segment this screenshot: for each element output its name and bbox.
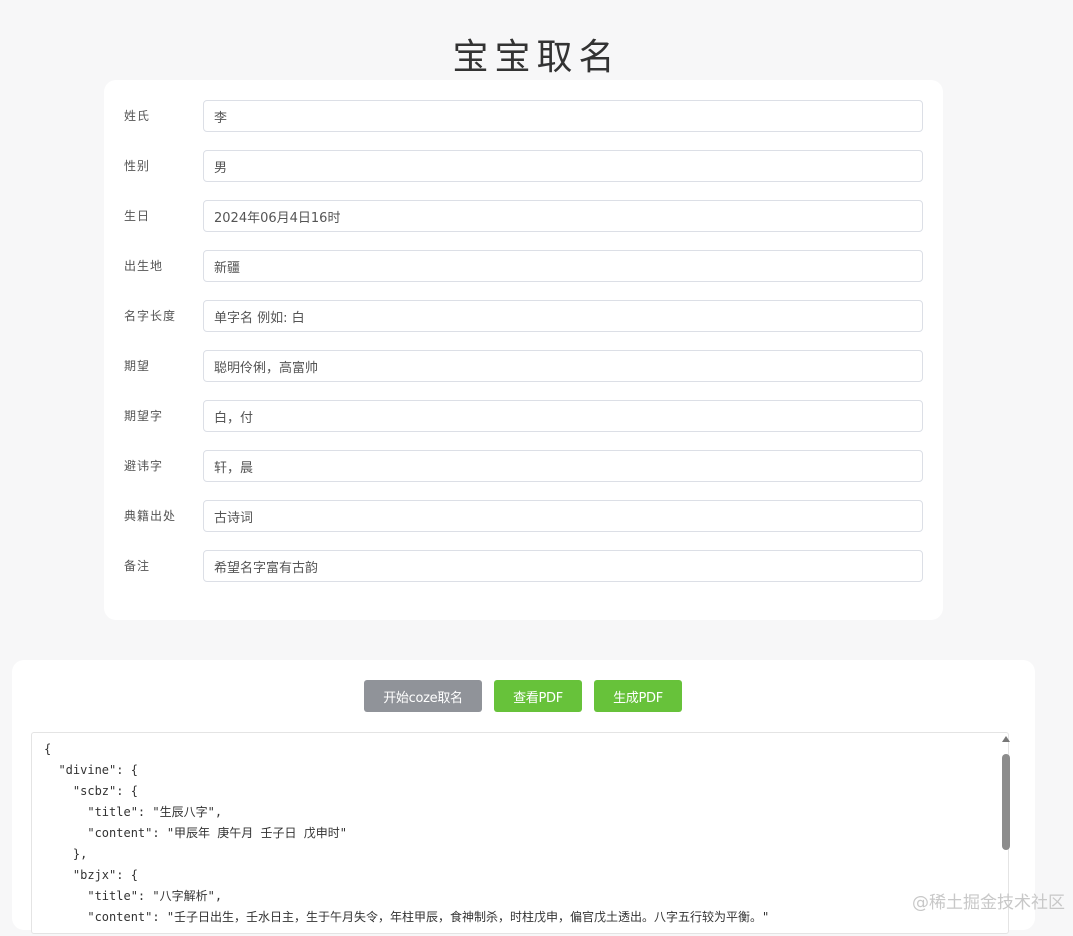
- classic-source-input[interactable]: [203, 500, 923, 532]
- start-coze-naming-button[interactable]: 开始coze取名: [364, 680, 482, 712]
- json-output-text: { "divine": { "scbz": { "title": "生辰八字",…: [44, 742, 770, 924]
- surname-input[interactable]: [203, 100, 923, 132]
- classic-source-label: 典籍出处: [124, 509, 177, 523]
- form-row-notes: 备注: [104, 550, 943, 582]
- view-pdf-button[interactable]: 查看PDF: [494, 680, 582, 712]
- avoid-chars-label: 避讳字: [124, 459, 164, 473]
- birthplace-input[interactable]: [203, 250, 923, 282]
- watermark: @稀土掘金技术社区: [912, 893, 1065, 913]
- expectation-input[interactable]: [203, 350, 923, 382]
- result-panel: 开始coze取名 查看PDF 生成PDF { "divine": { "scbz…: [12, 660, 1035, 934]
- naming-form: 姓氏 性别 生日 出生地 名字长度 期望 期望字 避讳字 典籍出处 备注: [104, 80, 943, 620]
- form-row-expectation: 期望: [104, 350, 943, 382]
- notes-label: 备注: [124, 559, 151, 573]
- form-row-gender: 性别: [104, 150, 943, 182]
- birthday-label: 生日: [124, 209, 151, 223]
- form-row-birthday: 生日: [104, 200, 943, 232]
- expectation-label: 期望: [124, 359, 151, 373]
- form-row-surname: 姓氏: [104, 100, 943, 132]
- form-row-name-length: 名字长度: [104, 300, 943, 332]
- birthplace-label: 出生地: [124, 259, 164, 273]
- page-title: 宝宝取名: [452, 37, 621, 78]
- surname-label: 姓氏: [124, 109, 151, 123]
- gender-input[interactable]: [203, 150, 923, 182]
- generate-pdf-button[interactable]: 生成PDF: [594, 680, 682, 712]
- form-row-classic-source: 典籍出处: [104, 500, 943, 532]
- expected-chars-label: 期望字: [124, 409, 164, 423]
- json-output-area[interactable]: { "divine": { "scbz": { "title": "生辰八字",…: [31, 732, 1009, 934]
- form-row-birthplace: 出生地: [104, 250, 943, 282]
- expected-chars-input[interactable]: [203, 400, 923, 432]
- avoid-chars-input[interactable]: [203, 450, 923, 482]
- notes-input[interactable]: [203, 550, 923, 582]
- scroll-thumb[interactable]: [1002, 754, 1010, 850]
- scroll-up-arrow-icon[interactable]: [1002, 736, 1010, 742]
- form-row-avoid-chars: 避讳字: [104, 450, 943, 482]
- gender-label: 性别: [124, 159, 151, 173]
- birthday-input[interactable]: [203, 200, 923, 232]
- name-length-label: 名字长度: [124, 309, 177, 323]
- form-row-expected-chars: 期望字: [104, 400, 943, 432]
- name-length-input[interactable]: [203, 300, 923, 332]
